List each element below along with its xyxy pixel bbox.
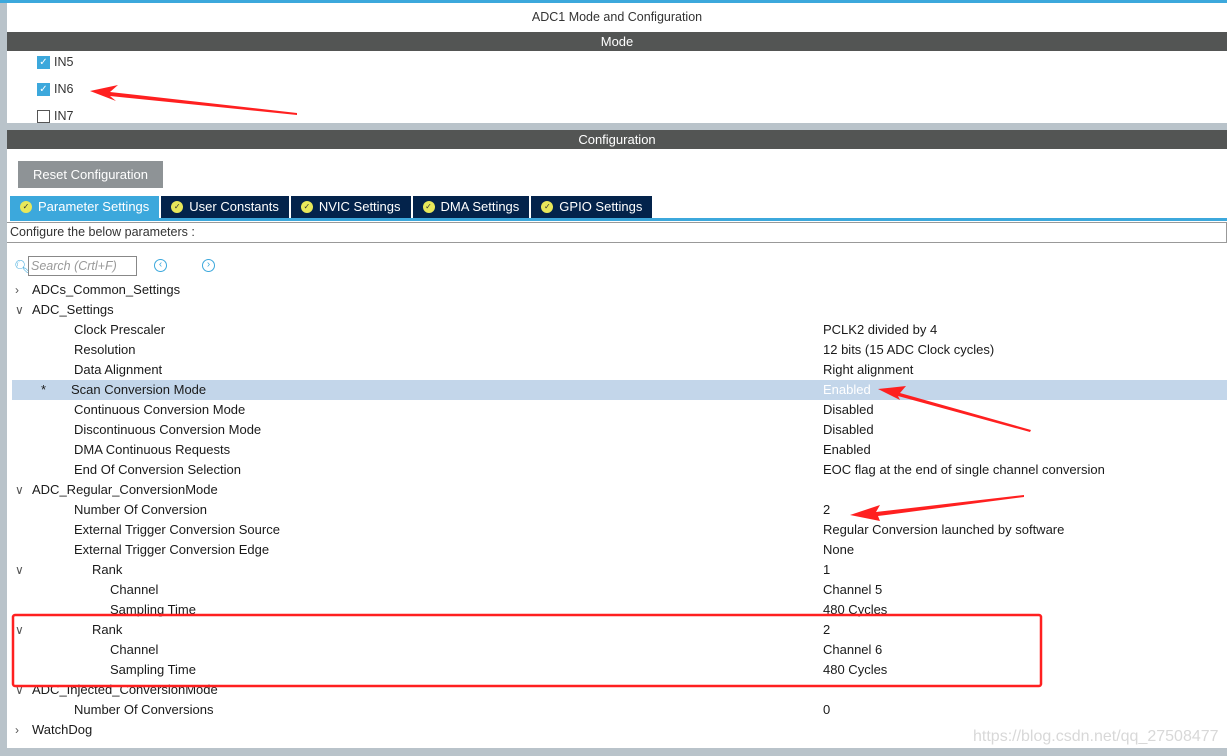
annotations (11, 85, 1043, 688)
arrow-scan-mode (878, 386, 1031, 432)
arrow-num-conversion (850, 495, 1024, 521)
highlight-box-rank2 (11, 613, 1043, 688)
arrow-in6 (90, 85, 297, 115)
